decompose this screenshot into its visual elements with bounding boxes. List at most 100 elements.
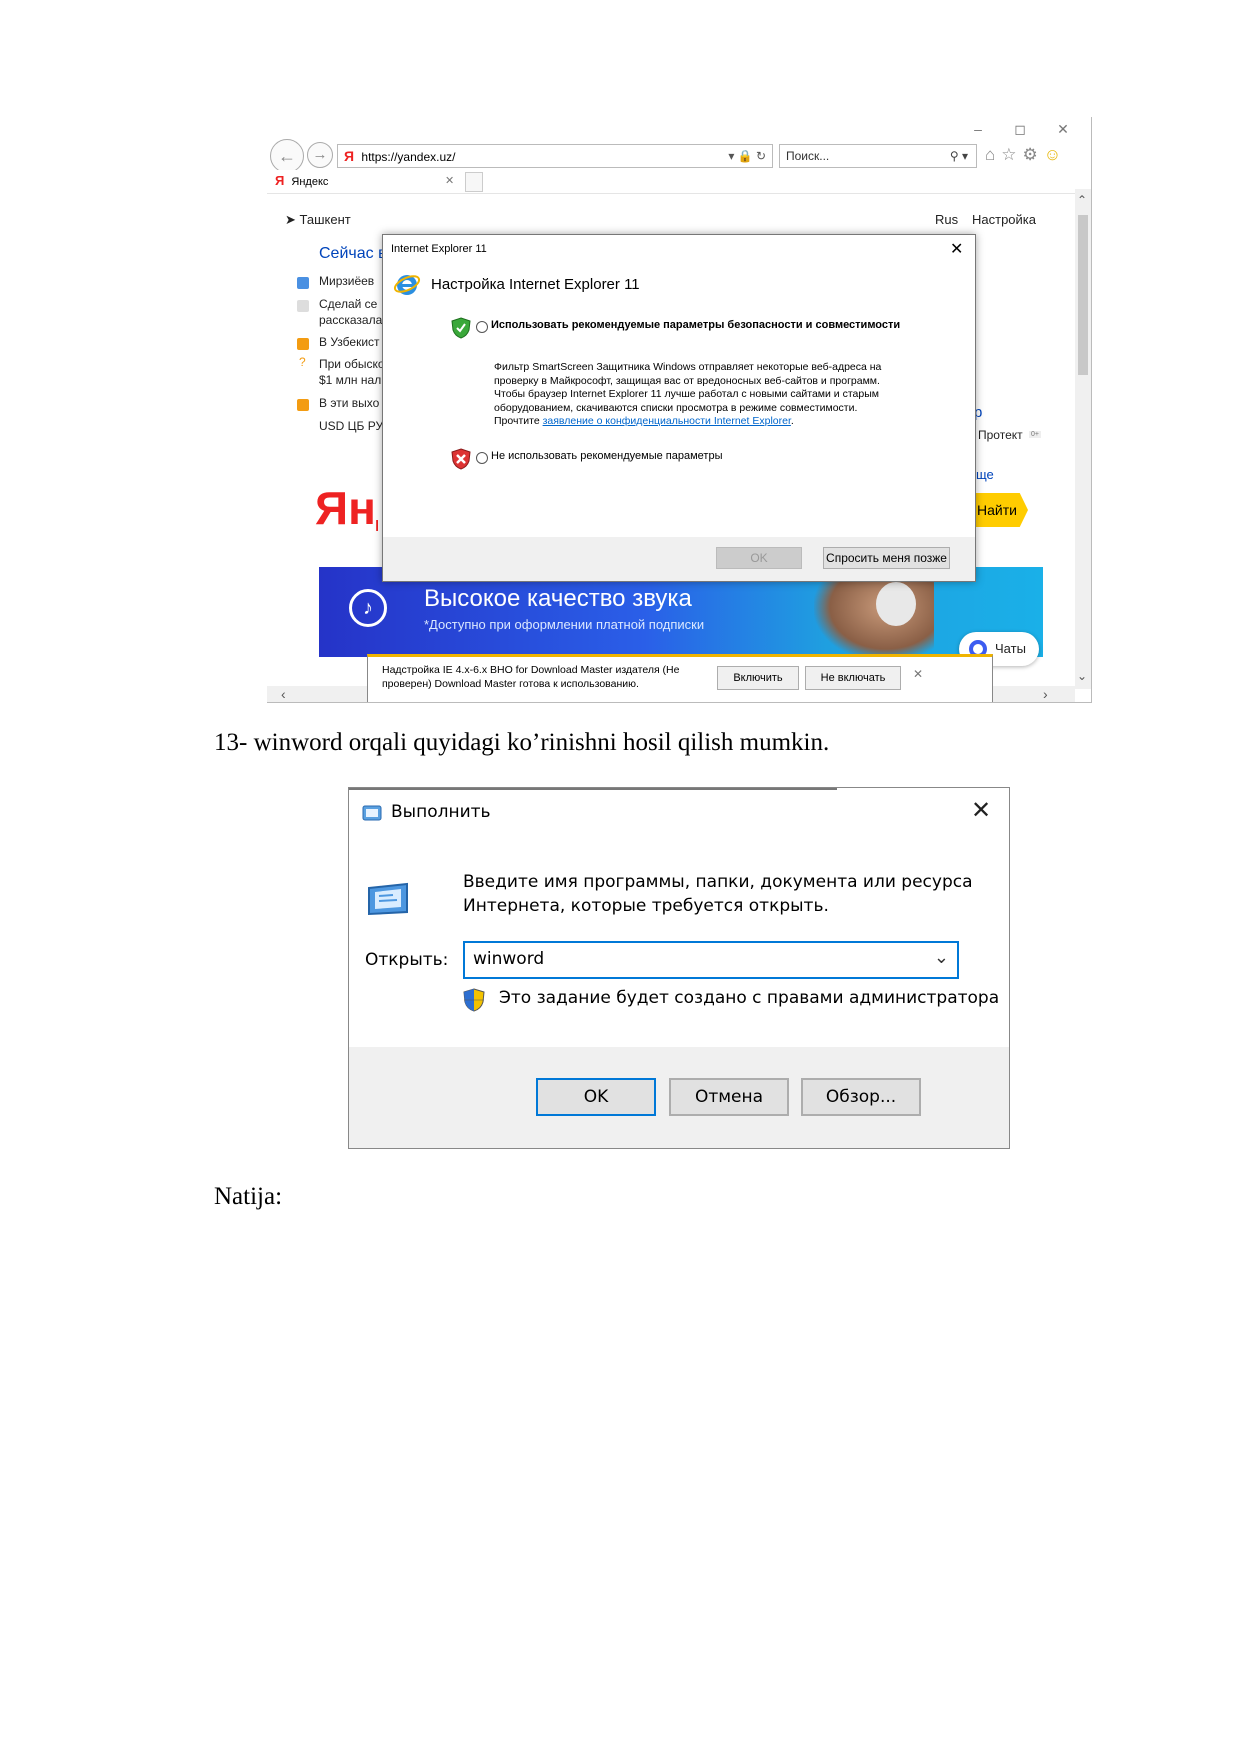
run-browse-button[interactable]: Обзор... [801,1078,921,1116]
run-close-icon[interactable]: ✕ [971,796,991,825]
desc-line: оборудованием, скачиваются списки просмо… [494,401,858,414]
enable-button[interactable]: Включить [717,666,799,690]
new-tab-icon[interactable] [465,172,483,192]
usd-rate[interactable]: USD ЦБ РУ [319,419,383,433]
more-link[interactable]: ще [976,467,994,482]
close-icon[interactable]: ✕ [1052,121,1074,137]
scroll-thumb[interactable] [1078,215,1088,375]
find-button-label: Найти [977,502,1017,518]
find-button[interactable]: Найти [973,493,1028,527]
open-combobox[interactable]: winword ⌄ [463,941,959,979]
addon-notification-bar: Надстройка IE 4.x-6.x BHO for Download M… [367,654,993,702]
run-program-icon [363,878,413,920]
age-badge: 0+ [1029,431,1041,438]
ask-later-button[interactable]: Спросить меня позже [823,547,950,569]
scroll-down-icon[interactable]: ⌄ [1077,669,1087,683]
open-label: Открыть: [365,950,449,970]
option-recommended-radio[interactable] [476,321,488,333]
banner-subtitle: *Доступно при оформлении платной подписк… [424,617,705,632]
ie-logo-icon [393,270,421,298]
scroll-left-icon[interactable]: ‹ [281,686,286,702]
run-dialog: Выполнить ✕ Введите имя программы, папки… [348,787,1010,1149]
location[interactable]: ➤ Ташкент [285,212,351,228]
smiley-feedback-icon[interactable]: ☺ [1044,145,1067,164]
dialog-close-icon[interactable]: ✕ [950,239,963,259]
open-input-value[interactable]: winword [473,949,544,969]
tab-favicon: Я [275,173,285,188]
ie-screenshot: – ◻ ✕ ← → Я https://yandex.uz/ ▾ 🔒 ↻ Пои… [267,117,1092,703]
gear-icon[interactable]: ⚙ [1023,145,1044,164]
run-desc-line: Введите имя программы, папки, документа … [463,872,973,892]
toolbar-icons: ⌂☆⚙☺ [985,145,1067,165]
uac-shield-icon [463,988,485,1012]
desc-read: Прочтите [494,415,540,427]
news-icon [297,338,309,350]
run-desc-line: Интернета, которые требуется открыть. [463,896,829,916]
search-icon[interactable]: ⚲ ▾ [950,145,968,167]
home-icon[interactable]: ⌂ [985,145,1001,164]
address-text: https://yandex.uz/ [361,150,456,164]
search-box[interactable]: Поиск... ⚲ ▾ [779,144,977,168]
paragraph-winword: 13- winword orqali quyidagi ko’rinishni … [214,729,830,756]
ok-button[interactable]: OK [716,547,802,569]
yandex-favicon: Я [344,148,355,164]
yandex-logo: Яндекс [315,485,378,531]
dialog-heading: Настройка Internet Explorer 11 [431,276,640,293]
notification-close-icon[interactable]: ✕ [913,667,923,681]
dialog-footer: OK Спросить меня позже [383,537,975,581]
news-item[interactable]: $1 млн нал [319,373,381,387]
tab-title: Яндекс [291,176,329,188]
headphones-image [876,582,916,626]
paragraph-natija: Natija: [214,1183,283,1210]
news-item[interactable]: рассказала [319,313,382,327]
privacy-link[interactable]: заявление о конфиденциальности Internet … [543,415,791,427]
option-recommended-label[interactable]: Использовать рекомендуемые параметры без… [491,319,900,331]
dialog-title: Internet Explorer 11 [391,243,487,255]
address-controls-icon[interactable]: ▾ 🔒 ↻ [728,145,766,167]
news-item[interactable]: При обыско [319,357,385,371]
minimize-icon[interactable]: – [967,121,989,137]
desc-line: Чтобы браузер Internet Explorer 11 лучше… [494,388,879,400]
favorites-star-icon[interactable]: ☆ [1001,145,1022,164]
scroll-up-icon[interactable]: ⌃ [1077,193,1087,207]
music-note-icon: ♪ [349,589,387,627]
option-not-recommended-radio[interactable] [476,452,488,464]
news-icon [297,399,309,411]
settings-link[interactable]: Настройка [972,212,1036,227]
run-cancel-button[interactable]: Отмена [669,1078,789,1116]
tab-divider [267,193,1075,194]
title-top-edge [349,788,837,790]
tab-close-icon[interactable]: ✕ [445,170,454,192]
notification-line: Надстройка IE 4.x-6.x BHO for Download M… [382,664,680,676]
disable-button[interactable]: Не включать [805,666,901,690]
desc-end: . [790,415,794,427]
tab-yandex[interactable]: Я Яндекс ✕ [267,170,457,192]
forward-icon[interactable]: → [307,142,333,168]
chats-label: Чаты [995,641,1026,656]
dialog-description: Фильтр SmartScreen Защитника Windows отп… [494,361,964,429]
green-shield-icon [451,317,471,339]
news-item[interactable]: Мирзиёев [319,274,374,288]
lang-link[interactable]: Rus [935,212,958,227]
news-icon [297,277,309,289]
run-title: Выполнить [391,802,491,822]
run-title-icon [361,804,383,822]
news-item[interactable]: Сделай се [319,297,377,311]
scroll-right-icon[interactable]: › [1043,686,1048,702]
back-icon[interactable]: ← [270,139,304,173]
news-item[interactable]: В эти выхо [319,396,379,410]
news-item[interactable]: В Узбекист [319,335,380,349]
red-shield-icon [451,448,471,470]
run-ok-button[interactable]: OK [536,1078,656,1116]
notification-text: Надстройка IE 4.x-6.x BHO for Download M… [382,663,679,691]
run-description: Введите имя программы, папки, документа … [463,870,973,918]
chevron-down-icon[interactable]: ⌄ [934,947,949,968]
protect-link[interactable]: Протект [978,428,1023,442]
notification-line: проверен) Download Master готова к испол… [382,678,639,690]
option-not-recommended-label[interactable]: Не использовать рекомендуемые параметры [491,450,723,462]
vertical-scrollbar[interactable]: ⌃ ⌄ [1075,189,1091,689]
news-heading[interactable]: Сейчас в [319,245,387,263]
maximize-icon[interactable]: ◻ [1009,121,1031,137]
desc-line: Фильтр SmartScreen Защитника Windows отп… [494,361,882,373]
address-bar[interactable]: Я https://yandex.uz/ ▾ 🔒 ↻ [337,144,773,168]
